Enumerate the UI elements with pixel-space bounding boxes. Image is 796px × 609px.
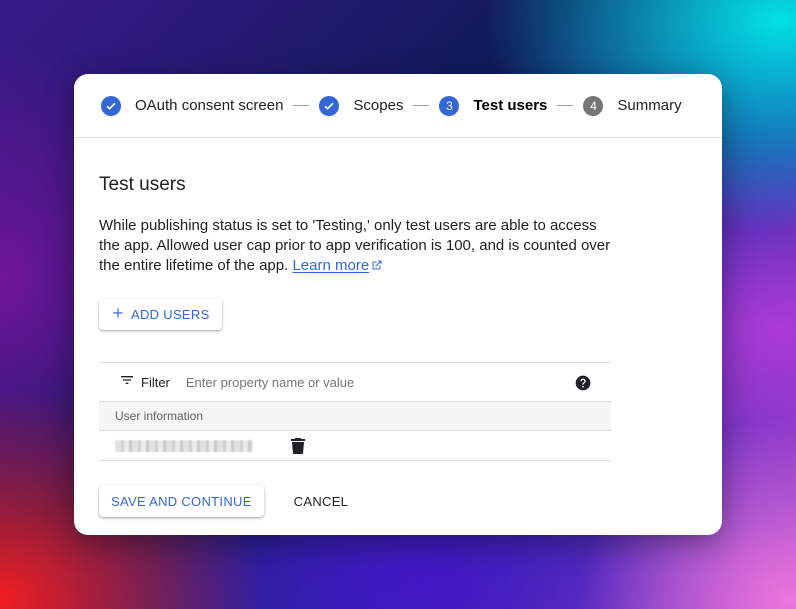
redacted-user-email <box>115 439 253 452</box>
step-test-users[interactable]: 3 Test users <box>439 95 548 116</box>
filter-icon[interactable] <box>119 372 135 393</box>
step-label: Summary <box>617 97 682 114</box>
column-header-user-information: User information <box>99 402 611 431</box>
learn-more-link[interactable]: Learn more <box>292 257 369 274</box>
filter-label: Filter <box>141 374 170 390</box>
description: While publishing status is set to 'Testi… <box>99 216 619 277</box>
oauth-setup-dialog: OAuth consent screen Scopes 3 Test users… <box>74 74 722 535</box>
add-users-button[interactable]: ADD USERS <box>99 299 222 330</box>
step-scopes[interactable]: Scopes <box>319 95 404 116</box>
step-connector <box>413 105 430 106</box>
step-number: 3 <box>439 95 460 116</box>
cancel-button[interactable]: CANCEL <box>288 493 355 510</box>
step-oauth-consent-screen[interactable]: OAuth consent screen <box>101 95 284 116</box>
main-content: Test users While publishing status is se… <box>74 138 722 517</box>
step-label: Scopes <box>353 97 404 114</box>
check-icon <box>319 95 340 116</box>
learn-more-label: Learn more <box>292 257 370 274</box>
plus-icon <box>111 306 125 323</box>
step-connector <box>557 105 574 106</box>
filter-input[interactable] <box>183 373 548 391</box>
page-title: Test users <box>99 174 186 195</box>
check-icon <box>101 95 121 116</box>
save-and-continue-button[interactable]: SAVE AND CONTINUE <box>99 485 264 517</box>
step-label: OAuth consent screen <box>135 97 284 114</box>
step-summary[interactable]: 4 Summary <box>583 95 682 116</box>
stepper: OAuth consent screen Scopes 3 Test users… <box>74 74 722 138</box>
add-users-label: ADD USERS <box>131 307 210 322</box>
step-connector <box>293 105 310 106</box>
step-label: Test users <box>473 97 548 114</box>
table-row <box>99 431 611 461</box>
delete-icon[interactable] <box>291 437 305 454</box>
test-users-table: Filter User information <box>99 362 611 461</box>
filter-bar: Filter <box>99 362 611 402</box>
step-number: 4 <box>583 95 604 116</box>
form-actions: SAVE AND CONTINUE CANCEL <box>99 485 722 517</box>
external-link-icon <box>371 257 383 277</box>
help-icon[interactable] <box>575 375 591 396</box>
